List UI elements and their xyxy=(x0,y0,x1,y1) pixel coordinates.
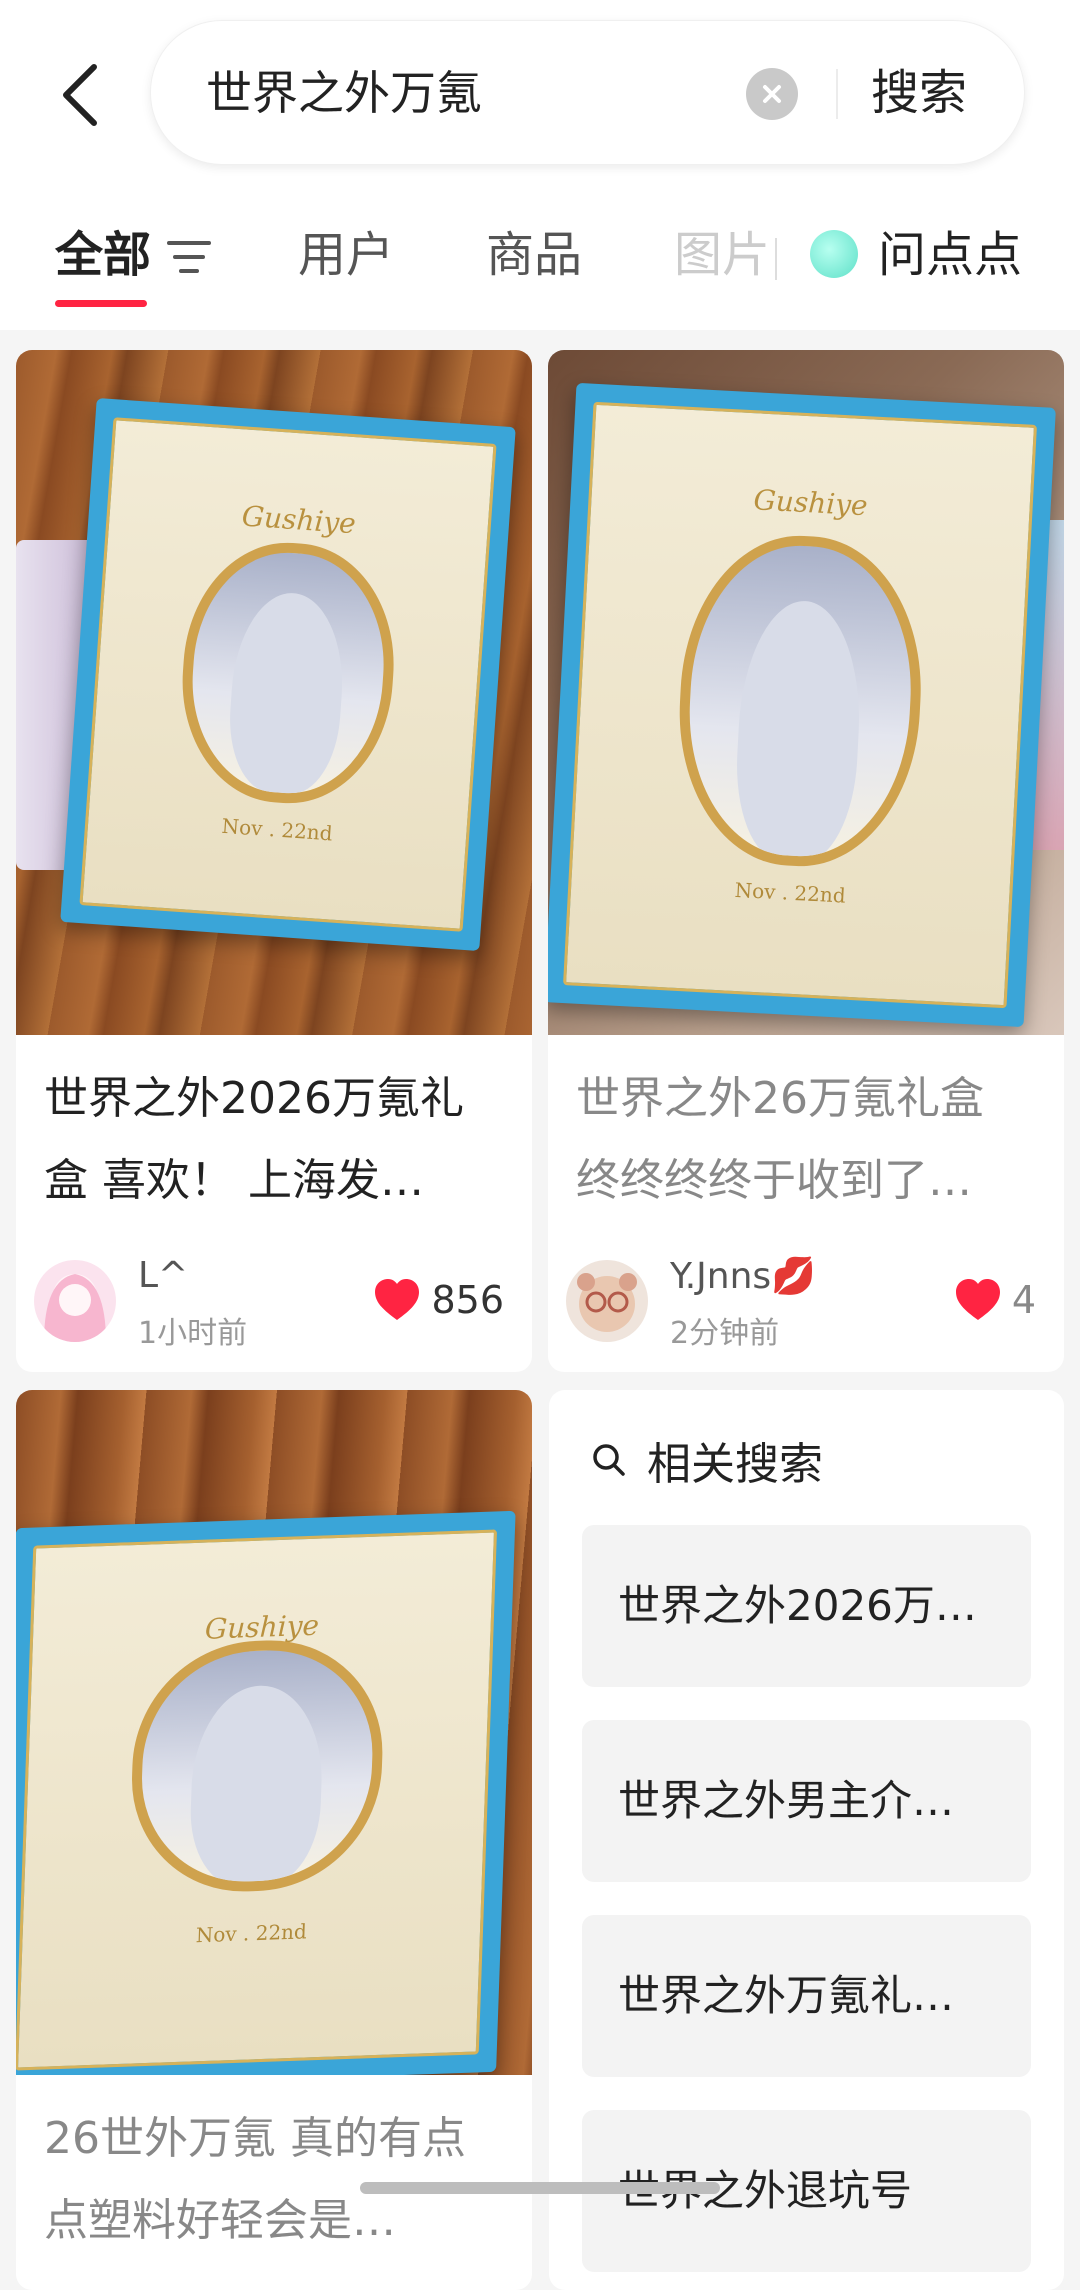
related-search-item[interactable]: 世界之外万氪礼… xyxy=(582,1915,1031,2077)
search-bar[interactable]: 世界之外万氪 搜索 xyxy=(150,20,1025,165)
post-title[interactable]: 世界之外2026万氪礼盒 喜欢！ 上海发… xyxy=(44,1058,504,1222)
search-divider xyxy=(836,69,838,119)
ask-bubble-icon xyxy=(810,230,858,278)
heart-icon xyxy=(955,1279,1000,1320)
gift-box: Gushiye Nov . 22nd xyxy=(548,382,1056,1028)
post-card[interactable]: Gushiye Nov . 22nd 26世外万氪 真的有点点塑料好轻会是… xyxy=(16,1390,532,2290)
top-bar: 世界之外万氪 搜索 全部 用户 商品 图片 问点点 xyxy=(0,0,1080,330)
avatar[interactable] xyxy=(34,1260,116,1342)
tab-products[interactable]: 商品 xyxy=(486,210,582,300)
heart-icon xyxy=(375,1279,420,1320)
author-name[interactable]: L^ xyxy=(138,1255,188,1296)
gift-box: Gushiye Nov . 22nd xyxy=(16,1510,516,2075)
related-searches-panel: 相关搜索 世界之外2026万… 世界之外男主介… 世界之外万氪礼… 世界之外退坑… xyxy=(549,1390,1064,2290)
back-button[interactable] xyxy=(40,50,120,140)
filter-icon[interactable] xyxy=(165,235,213,279)
post-card[interactable]: Gushiye Nov . 22nd 世界之外2026万氪礼盒 喜欢！ 上海发…… xyxy=(16,350,532,1372)
search-input[interactable]: 世界之外万氪 xyxy=(206,21,482,166)
tab-all[interactable]: 全部 xyxy=(55,210,151,300)
tab-users[interactable]: 用户 xyxy=(298,210,394,300)
search-button[interactable]: 搜索 xyxy=(871,21,967,166)
clear-search-button[interactable] xyxy=(746,68,798,120)
related-searches-title: 相关搜索 xyxy=(647,1439,823,1490)
related-search-item[interactable]: 世界之外男主介… xyxy=(582,1720,1031,1882)
post-image[interactable]: Gushiye Nov . 22nd xyxy=(548,350,1064,1035)
avatar[interactable] xyxy=(566,1260,648,1342)
post-time: 2分钟前 xyxy=(670,1316,780,1351)
like-button[interactable]: 856 xyxy=(373,1275,504,1325)
search-icon xyxy=(593,1444,625,1476)
post-image[interactable]: Gushiye Nov . 22nd xyxy=(16,1390,532,2075)
chevron-left-icon xyxy=(63,64,97,126)
post-title[interactable]: 世界之外26万氪礼盒 终终终终于收到了… xyxy=(576,1058,1036,1222)
related-search-item[interactable]: 世界之外2026万… xyxy=(582,1525,1031,1687)
tab-images[interactable]: 图片 xyxy=(674,210,769,300)
portrait-frame xyxy=(127,1636,387,1896)
like-button[interactable]: 4 xyxy=(954,1275,1036,1325)
box-date-text: Nov . 22nd xyxy=(220,813,334,846)
search-tabs: 全部 用户 商品 图片 问点点 xyxy=(0,210,1080,310)
close-icon xyxy=(763,85,781,103)
box-brand-text: Gushiye xyxy=(752,483,869,523)
post-title[interactable]: 26世外万氪 真的有点点塑料好轻会是… xyxy=(44,2098,504,2262)
like-count: 4 xyxy=(1011,1278,1036,1322)
tab-ask[interactable]: 问点点 xyxy=(878,210,1022,300)
like-count: 856 xyxy=(431,1278,504,1322)
post-card[interactable]: Gushiye Nov . 22nd 世界之外26万氪礼盒 终终终终于收到了… … xyxy=(548,350,1064,1372)
gift-box: Gushiye Nov . 22nd xyxy=(60,397,516,952)
box-date-text: Nov . 22nd xyxy=(734,877,847,908)
box-brand-text: Gushiye xyxy=(240,499,357,541)
active-tab-indicator xyxy=(55,300,147,307)
related-searches-header: 相关搜索 xyxy=(591,1430,823,1490)
post-time: 1小时前 xyxy=(138,1316,248,1351)
author-name[interactable]: Y.Jnns💋 xyxy=(670,1255,816,1297)
home-indicator[interactable] xyxy=(360,2182,720,2194)
post-image[interactable]: Gushiye Nov . 22nd xyxy=(16,350,532,1035)
box-date-text: Nov . 22nd xyxy=(195,1919,308,1948)
portrait-frame xyxy=(174,535,402,811)
tab-separator xyxy=(775,238,777,280)
portrait-frame xyxy=(671,529,929,873)
